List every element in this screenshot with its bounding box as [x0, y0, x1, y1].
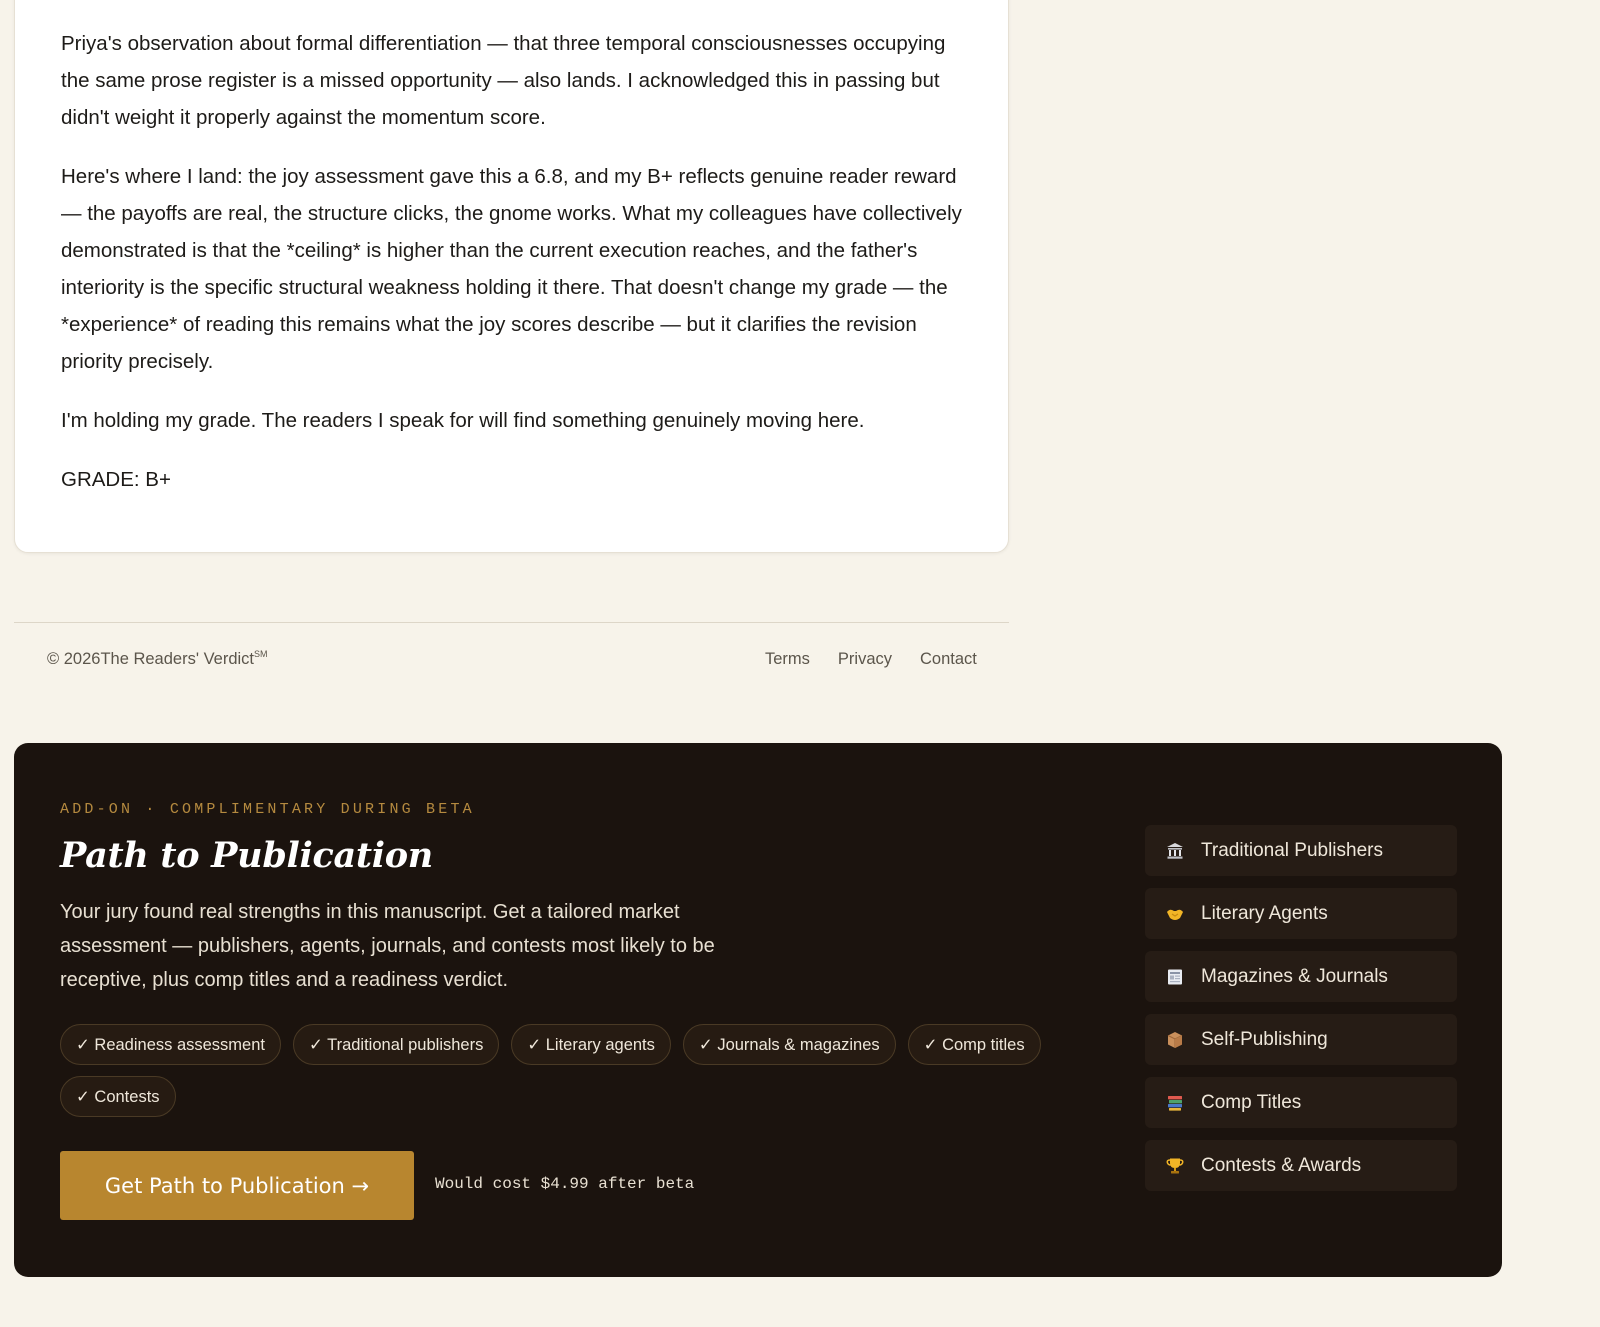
- market-category-list: Traditional Publishers Literary Agents M…: [1145, 825, 1457, 1191]
- market-item-literary-agents[interactable]: Literary Agents: [1145, 888, 1457, 939]
- classical-building-icon: [1165, 841, 1185, 861]
- review-grade: GRADE: B+: [61, 468, 171, 491]
- feature-chip-contests: ✓ Contests: [60, 1076, 176, 1117]
- market-item-contests-awards[interactable]: Contests & Awards: [1145, 1140, 1457, 1191]
- market-item-label: Contests & Awards: [1201, 1154, 1362, 1176]
- feature-chip-agents: ✓ Literary agents: [511, 1024, 671, 1065]
- market-item-label: Magazines & Journals: [1201, 965, 1388, 987]
- trophy-icon: [1165, 1156, 1185, 1176]
- privacy-link[interactable]: Privacy: [838, 650, 892, 669]
- market-item-label: Traditional Publishers: [1201, 839, 1383, 861]
- contact-link[interactable]: Contact: [920, 650, 977, 669]
- market-item-self-publishing[interactable]: Self-Publishing: [1145, 1014, 1457, 1065]
- market-item-label: Self-Publishing: [1201, 1028, 1328, 1050]
- post-beta-price-note: Would cost $4.99 after beta: [435, 1175, 695, 1193]
- feature-chip-journals: ✓ Journals & magazines: [682, 1024, 896, 1065]
- market-item-magazines-journals[interactable]: Magazines & Journals: [1145, 951, 1457, 1002]
- terms-link[interactable]: Terms: [765, 650, 810, 669]
- feature-chips: ✓ Readiness assessment ✓ Traditional pub…: [60, 1024, 1060, 1117]
- review-paragraph: I'm holding my grade. The readers I spea…: [61, 409, 865, 432]
- review-body: Priya's observation about formal differe…: [61, 25, 973, 498]
- market-item-comp-titles[interactable]: Comp Titles: [1145, 1077, 1457, 1128]
- newspaper-icon: [1165, 967, 1185, 987]
- handshake-icon: [1165, 904, 1185, 924]
- review-paragraph: Priya's observation about formal differe…: [61, 32, 946, 129]
- review-paragraph: Here's where I land: the joy assessment …: [61, 165, 962, 373]
- market-item-label: Literary Agents: [1201, 902, 1328, 924]
- market-item-label: Comp Titles: [1201, 1091, 1302, 1113]
- market-item-traditional-publishers[interactable]: Traditional Publishers: [1145, 825, 1457, 876]
- copyright-text: © 2026The Readers' Verdict: [47, 650, 255, 668]
- get-path-to-publication-button[interactable]: Get Path to Publication →: [60, 1151, 414, 1220]
- addon-eyebrow: ADD-ON · COMPLIMENTARY DURING BETA: [60, 801, 475, 818]
- books-icon: [1165, 1093, 1185, 1113]
- feature-chip-comp-titles: ✓ Comp titles: [907, 1024, 1041, 1065]
- feature-chip-publishers: ✓ Traditional publishers: [293, 1024, 500, 1065]
- review-card: Priya's observation about formal differe…: [14, 0, 1009, 553]
- addon-title: Path to Publication: [60, 835, 433, 876]
- footer-copyright: © 2026The Readers' VerdictSM: [47, 649, 268, 669]
- feature-chip-readiness: ✓ Readiness assessment: [60, 1024, 281, 1065]
- service-mark: SM: [254, 649, 268, 659]
- footer-divider: [14, 622, 1009, 623]
- footer-links: Terms Privacy Contact: [765, 650, 977, 669]
- addon-description: Your jury found real strengths in this m…: [60, 901, 715, 991]
- path-to-publication-panel: ADD-ON · COMPLIMENTARY DURING BETA Path …: [14, 743, 1502, 1277]
- package-icon: [1165, 1030, 1185, 1050]
- page: Priya's observation about formal differe…: [0, 0, 1600, 1327]
